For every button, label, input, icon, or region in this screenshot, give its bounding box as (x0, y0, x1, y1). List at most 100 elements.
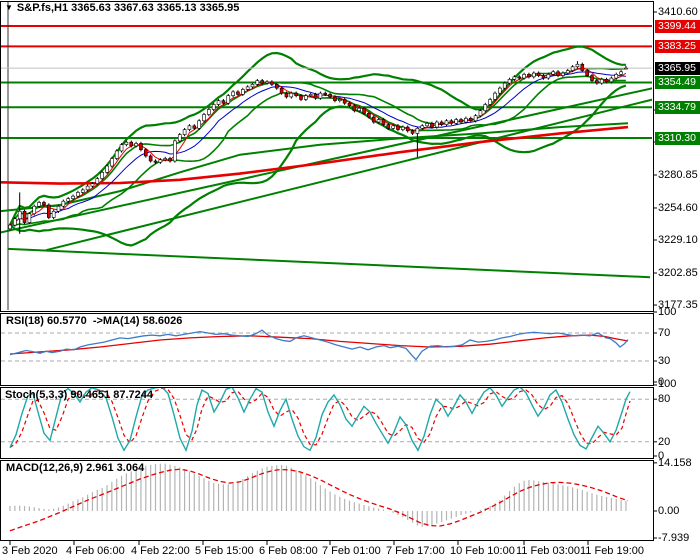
candle-bear (517, 76, 522, 79)
time-axis-label[interactable]: 4 Feb 06:00 (66, 545, 125, 557)
candle-bull (66, 198, 70, 202)
candle-bear (129, 141, 134, 147)
candle-bear (192, 125, 197, 129)
candle-bull (124, 141, 129, 145)
rsi-axis-label: 30 (658, 355, 671, 367)
candle-bull (599, 79, 604, 84)
time-axis-label[interactable]: 4 Feb 22:00 (131, 545, 190, 557)
candle-bear (381, 119, 386, 125)
trading-chart-window: { "title": { "symbol": "S&P.fs,H1", "ohl… (0, 0, 700, 560)
candle-bull (522, 74, 526, 79)
candle-bull (90, 183, 95, 187)
time-axis-label[interactable]: 5 Feb 15:00 (195, 545, 254, 557)
stoch-indicator-label: Stoch(5,3,3) 90.4651 87.7244 (5, 389, 153, 401)
stoch-axis-label: 80 (658, 393, 671, 406)
candle-bull (415, 128, 420, 134)
candle-bull (211, 104, 216, 110)
candle-bear (410, 130, 415, 134)
candle-bull (216, 100, 221, 105)
candle-bull (531, 72, 536, 78)
time-axis-label[interactable]: 6 Feb 08:00 (259, 545, 318, 557)
candle-bull (37, 202, 41, 207)
candle-bull (478, 110, 483, 117)
candle-bear (168, 158, 172, 162)
candle-bull (502, 82, 507, 89)
candle-bull (8, 224, 12, 230)
candle-bear (405, 126, 410, 132)
candle-bear (294, 92, 298, 96)
candle-bear (270, 81, 274, 85)
candle-bear (430, 123, 434, 128)
time-axis-label[interactable]: 11 Feb 19:00 (580, 545, 644, 557)
candle-bull (391, 125, 395, 129)
time-axis-label[interactable]: 7 Feb 17:00 (386, 545, 445, 557)
candle-bull (507, 79, 512, 84)
candle-bull (420, 125, 425, 129)
candle-bear (585, 70, 589, 76)
level-price-badge: 3383.25 (655, 39, 700, 53)
candle-bull (454, 119, 459, 124)
candle-bear (274, 84, 279, 89)
candle-bear (284, 92, 289, 98)
candle-bull (110, 158, 114, 167)
candle-bear (352, 105, 357, 112)
candle-bull (619, 71, 623, 75)
candle-bear (459, 119, 463, 123)
macd-axis-label: 0.00 (658, 505, 680, 517)
candle-bear (541, 75, 546, 79)
candle-bull (308, 94, 313, 96)
candle-bear (236, 91, 240, 95)
candle-bear (536, 72, 541, 76)
price-axis-label: 3202.85 (658, 266, 698, 279)
candle-bear (396, 125, 400, 130)
candle-bear (221, 100, 226, 104)
candle-bear (144, 149, 148, 157)
macd-axis-label: 14.158 (658, 456, 692, 469)
candle-bull (85, 185, 90, 191)
candle-bull (401, 126, 405, 130)
candle-bull (570, 66, 575, 71)
level-price-badge: 3399.44 (655, 19, 700, 33)
time-axis-label[interactable]: 10 Feb 10:00 (450, 545, 515, 557)
time-axis-label[interactable]: 7 Feb 01:00 (322, 545, 381, 557)
candle-bull (289, 92, 294, 98)
candle-bear (595, 80, 599, 84)
candle-bull (551, 71, 556, 75)
price-axis-label: 3410.60 (658, 5, 698, 18)
level-price-badge: 3334.79 (655, 100, 700, 114)
candle-bull (134, 143, 138, 147)
time-axis-label[interactable]: 11 Feb 03:00 (516, 545, 580, 557)
candle-bear (148, 155, 153, 162)
price-axis-label: 3229.10 (658, 234, 698, 246)
candle-bull (95, 178, 100, 184)
candle-bull (575, 63, 580, 68)
macd-axis-label: -7.939 (658, 531, 690, 544)
candle-bull (100, 171, 104, 179)
time-axis-label[interactable]: 3 Feb 2020 (2, 545, 58, 557)
candle-bull (493, 92, 497, 100)
candle-bear (590, 75, 594, 81)
candle-bull (158, 159, 163, 163)
candle-bull (80, 189, 85, 193)
candle-bull (32, 205, 37, 215)
candle-bull (173, 140, 177, 162)
candle-bear (42, 202, 46, 206)
candle-bear (439, 121, 444, 125)
candle-bull (177, 134, 182, 142)
candle-bull (546, 74, 551, 79)
candle-bull (609, 77, 614, 83)
candle-bull (318, 92, 323, 99)
candle-bear (367, 112, 371, 118)
candle-bull (119, 144, 124, 152)
candle-bull (56, 205, 61, 212)
candle-bear (139, 143, 143, 150)
current-price-badge: 3365.95 (655, 61, 700, 75)
candle-bull (614, 74, 619, 79)
rsi-axis-label: 70 (658, 327, 671, 339)
ohlc-dropdown-icon[interactable]: ▼ (5, 3, 13, 12)
candle-bull (61, 200, 66, 207)
macd-indicator-label: MACD(12,26,9) 2.961 3.064 (6, 462, 145, 474)
candle-bull (488, 99, 492, 105)
candle-bull (27, 213, 32, 223)
candle-bull (250, 84, 255, 88)
